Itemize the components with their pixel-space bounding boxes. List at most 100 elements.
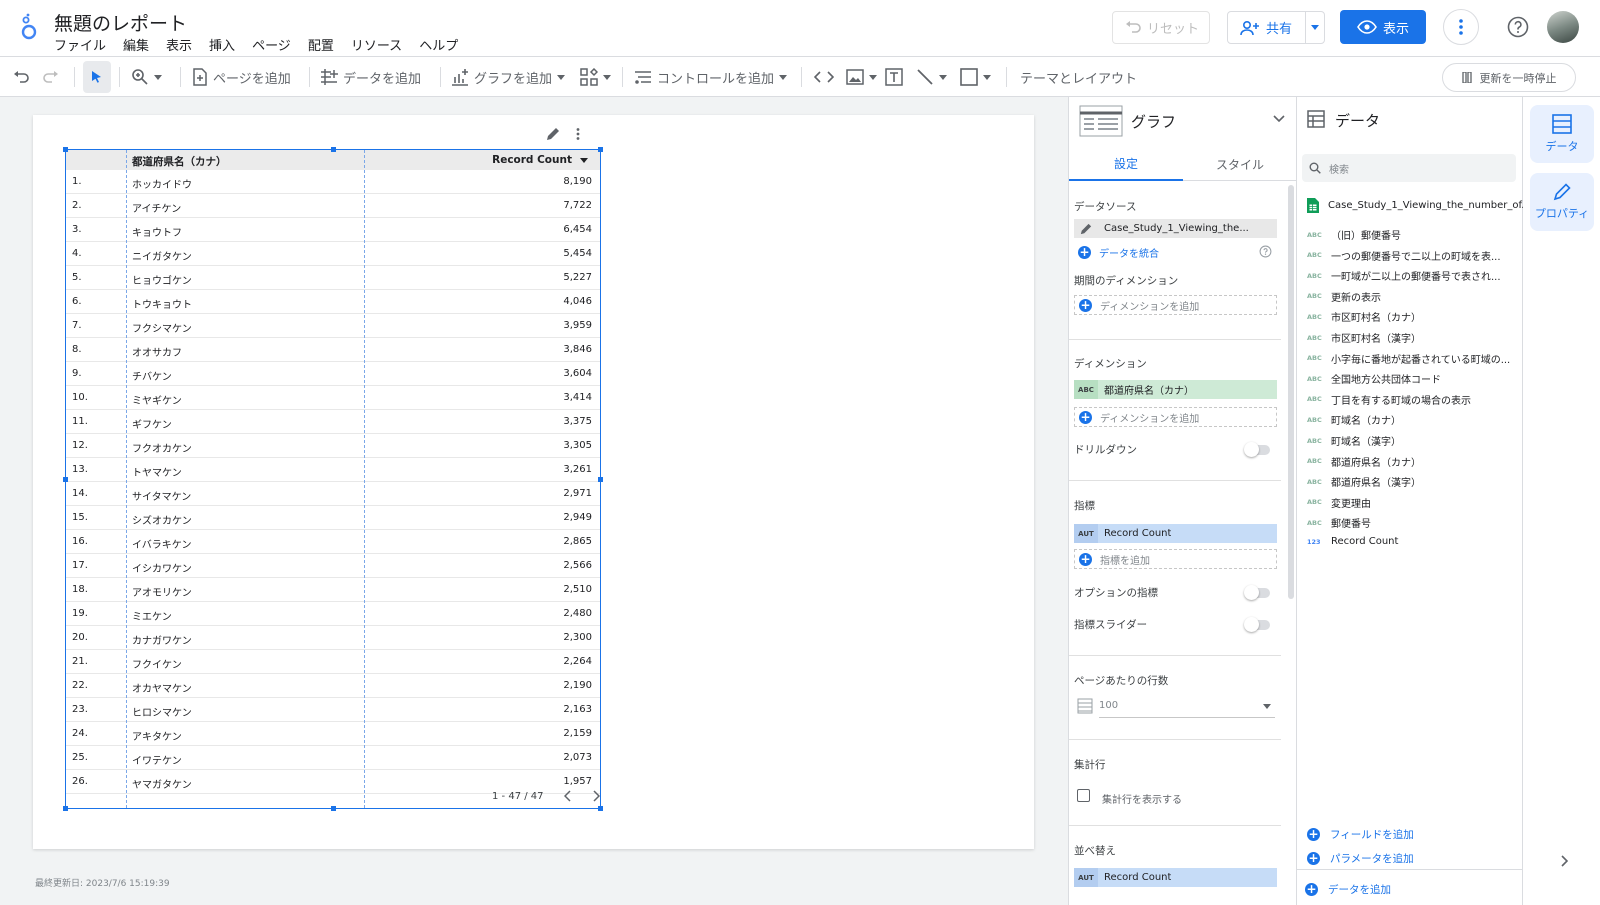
table-row[interactable]: 3. キョウトフ 6,454 xyxy=(66,218,600,242)
table-row[interactable]: 11. ギフケン 3,375 xyxy=(66,410,600,434)
chevron-right-icon[interactable] xyxy=(1560,855,1568,867)
panel-scrollbar[interactable] xyxy=(1288,185,1294,599)
help-icon[interactable] xyxy=(1259,245,1272,258)
pause-updates-button[interactable]: 更新を一時停止 xyxy=(1442,63,1576,92)
metric-chip[interactable]: AUT Record Count xyxy=(1074,524,1277,543)
text-box-button[interactable] xyxy=(885,57,903,97)
sort-desc-icon[interactable] xyxy=(580,158,588,163)
table-row[interactable]: 12. フクオカケン 3,305 xyxy=(66,434,600,458)
view-button[interactable]: 表示 xyxy=(1340,10,1426,44)
resize-handle[interactable] xyxy=(598,147,603,152)
table-chart-type-icon[interactable] xyxy=(1079,105,1123,137)
datasource-chip[interactable]: Case_Study_1_Viewing_the... xyxy=(1074,219,1277,238)
more-options-button[interactable] xyxy=(1443,9,1479,45)
field-item[interactable]: 123 Record Count xyxy=(1307,536,1519,547)
blend-data-button[interactable]: + データを統合 xyxy=(1078,245,1159,260)
table-row[interactable]: 22. オカヤマケン 2,190 xyxy=(66,674,600,698)
add-data-button[interactable]: データを追加 xyxy=(320,57,421,97)
add-field-button[interactable]: + フィールドを追加 xyxy=(1307,827,1414,842)
field-item[interactable]: ABC 丁目を有する町域の場合の表示 xyxy=(1307,392,1519,407)
table-row[interactable]: 2. アイチケン 7,722 xyxy=(66,194,600,218)
rows-per-page-select[interactable]: 100 xyxy=(1099,700,1275,718)
table-row[interactable]: 23. ヒロシマケン 2,163 xyxy=(66,698,600,722)
field-item[interactable]: ABC （旧）郵便番号 xyxy=(1307,227,1519,243)
image-button[interactable] xyxy=(846,57,877,97)
line-button[interactable] xyxy=(916,57,947,97)
table-row[interactable]: 9. チバケン 3,604 xyxy=(66,362,600,386)
resize-handle[interactable] xyxy=(598,477,603,482)
field-item[interactable]: ABC 更新の表示 xyxy=(1307,289,1519,304)
menu-insert[interactable]: 挿入 xyxy=(209,35,235,54)
table-row[interactable]: 19. ミエケン 2,480 xyxy=(66,602,600,626)
table-row[interactable]: 16. イバラキケン 2,865 xyxy=(66,530,600,554)
resize-handle[interactable] xyxy=(63,477,68,482)
community-viz-button[interactable] xyxy=(580,57,611,97)
rail-data-button[interactable]: データ xyxy=(1530,105,1594,163)
metric-slider-toggle[interactable] xyxy=(1244,617,1270,632)
field-item[interactable]: ABC 一町域が二以上の郵便番号で表され... xyxy=(1307,268,1519,284)
add-parameter-button[interactable]: + パラメータを追加 xyxy=(1307,851,1414,866)
menu-file[interactable]: ファイル xyxy=(54,35,106,54)
pencil-icon[interactable] xyxy=(1074,219,1098,238)
table-row[interactable]: 21. フクイケン 2,264 xyxy=(66,650,600,674)
field-item[interactable]: ABC 郵便番号 xyxy=(1307,515,1519,531)
field-item[interactable]: ABC 市区町村名（カナ） xyxy=(1307,309,1519,325)
table-row[interactable]: 5. ヒョウゴケン 5,227 xyxy=(66,266,600,290)
menu-page[interactable]: ページ xyxy=(252,35,291,54)
rail-properties-button[interactable]: プロパティ xyxy=(1530,173,1594,231)
resize-handle[interactable] xyxy=(63,147,68,152)
field-item[interactable]: ABC 全国地方公共団体コード xyxy=(1307,371,1519,387)
zoom-button[interactable] xyxy=(131,57,162,97)
add-chart-button[interactable]: グラフを追加 xyxy=(451,57,566,97)
table-row[interactable]: 20. カナガワケン 2,300 xyxy=(66,626,600,650)
field-search-input[interactable]: 検索 xyxy=(1302,154,1516,182)
theme-layout-button[interactable]: テーマとレイアウト xyxy=(1020,57,1137,97)
table-row[interactable]: 4. ニイガタケン 5,454 xyxy=(66,242,600,266)
datasource-entry[interactable]: Case_Study_1_Viewing_the_number_of... xyxy=(1307,198,1531,213)
menu-help[interactable]: ヘルプ xyxy=(419,35,458,54)
field-item[interactable]: ABC 都道府県名（漢字） xyxy=(1307,474,1519,490)
column-header-record-count[interactable]: Record Count xyxy=(492,154,572,166)
resize-handle[interactable] xyxy=(598,806,603,811)
looker-studio-logo-icon[interactable] xyxy=(18,12,40,40)
table-chart[interactable]: 都道府県名（カナ） Record Count 1. ホッカイドウ 8,190 2. アイ… xyxy=(63,147,603,811)
report-title[interactable]: 無題のレポート xyxy=(54,9,187,36)
share-button[interactable]: 共有 xyxy=(1228,12,1306,43)
embed-url-button[interactable] xyxy=(814,57,834,97)
menu-view[interactable]: 表示 xyxy=(166,35,192,54)
column-header-prefecture[interactable]: 都道府県名（カナ） xyxy=(132,154,227,169)
field-item[interactable]: ABC 町域名（カナ） xyxy=(1307,412,1519,428)
add-metric-button[interactable]: + 指標を追加 xyxy=(1074,549,1277,569)
select-tool-button[interactable] xyxy=(83,61,111,93)
add-data-button[interactable]: + データを追加 xyxy=(1305,882,1391,897)
resize-handle[interactable] xyxy=(63,806,68,811)
field-item[interactable]: ABC 都道府県名（カナ） xyxy=(1307,454,1519,469)
field-item[interactable]: ABC 一つの郵便番号で二以上の町域を表... xyxy=(1307,248,1519,263)
menu-resource[interactable]: リソース xyxy=(351,35,402,54)
tab-style[interactable]: スタイル xyxy=(1183,147,1297,181)
share-dropdown-button[interactable] xyxy=(1306,25,1324,30)
shape-button[interactable] xyxy=(960,57,991,97)
sort-chip[interactable]: AUT Record Count xyxy=(1074,868,1277,887)
resize-handle[interactable] xyxy=(331,806,336,811)
optional-metrics-toggle[interactable] xyxy=(1244,585,1270,600)
dimension-chip[interactable]: ABC 都道府県名（カナ） xyxy=(1074,380,1277,399)
table-row[interactable]: 17. イシカワケン 2,566 xyxy=(66,554,600,578)
undo-button[interactable] xyxy=(12,57,30,97)
reset-button[interactable]: リセット xyxy=(1112,11,1210,44)
more-vert-icon[interactable] xyxy=(576,128,580,140)
table-row[interactable]: 10. ミヤギケン 3,414 xyxy=(66,386,600,410)
tab-setup[interactable]: 設定 xyxy=(1069,147,1183,181)
chevron-right-icon[interactable] xyxy=(592,790,600,802)
table-row[interactable]: 1. ホッカイドウ 8,190 xyxy=(66,170,600,194)
menu-edit[interactable]: 編集 xyxy=(123,35,149,54)
redo-button[interactable] xyxy=(42,57,60,97)
table-row[interactable]: 7. フクシマケン 3,959 xyxy=(66,314,600,338)
pencil-edit-icon[interactable] xyxy=(546,127,560,141)
avatar[interactable] xyxy=(1547,11,1579,43)
menu-arrange[interactable]: 配置 xyxy=(308,35,334,54)
table-row[interactable]: 25. イワテケン 2,073 xyxy=(66,746,600,770)
table-row[interactable]: 14. サイタマケン 2,971 xyxy=(66,482,600,506)
help-icon[interactable] xyxy=(1506,15,1530,39)
drilldown-toggle[interactable] xyxy=(1244,442,1270,457)
